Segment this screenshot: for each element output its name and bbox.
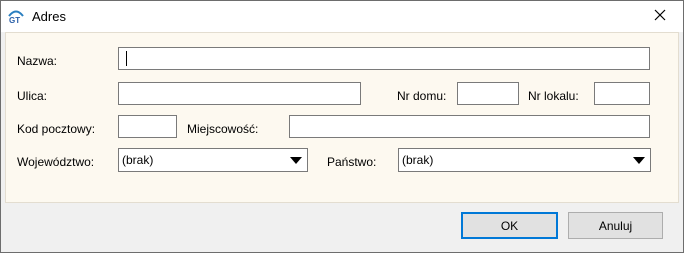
kod-pocztowy-label: Kod pocztowy: — [17, 122, 96, 136]
svg-text:GT: GT — [9, 16, 20, 24]
wojewodztwo-select[interactable]: (brak) — [118, 148, 308, 172]
ulica-label: Ulica: — [17, 89, 48, 103]
kod-pocztowy-input[interactable] — [118, 115, 177, 138]
close-button[interactable] — [637, 1, 683, 32]
panstwo-label: Państwo: — [327, 155, 377, 169]
nr-lokalu-input[interactable] — [594, 82, 650, 105]
nr-domu-input[interactable] — [457, 82, 519, 105]
gt-app-icon: GT — [7, 8, 25, 25]
cancel-button[interactable]: Anuluj — [568, 212, 663, 239]
miejscowosc-input[interactable] — [289, 115, 650, 138]
title-bar: GT Adres — [1, 1, 683, 32]
panstwo-selected: (brak) — [402, 153, 434, 167]
chevron-down-icon — [633, 157, 645, 164]
dialog-window: GT Adres Nazwa: Ulica: Nr domu: Nr lokal… — [0, 0, 684, 253]
button-bar: OK Anuluj — [1, 204, 683, 252]
miejscowosc-label: Miejscowość: — [187, 122, 259, 136]
window-title: Adres — [32, 9, 66, 24]
wojewodztwo-selected: (brak) — [122, 153, 154, 167]
nr-lokalu-label: Nr lokalu: — [528, 89, 579, 103]
wojewodztwo-label: Województwo: — [17, 155, 95, 169]
address-form: Nazwa: Ulica: Nr domu: Nr lokalu: Kod po… — [5, 32, 679, 203]
text-caret — [126, 51, 127, 66]
panstwo-select[interactable]: (brak) — [398, 148, 651, 172]
nr-domu-label: Nr domu: — [397, 89, 447, 103]
chevron-down-icon — [290, 157, 302, 164]
ok-button[interactable]: OK — [461, 212, 558, 239]
ulica-input[interactable] — [118, 82, 361, 105]
nazwa-label: Nazwa: — [17, 54, 58, 68]
nazwa-input[interactable] — [118, 47, 650, 70]
close-icon — [654, 9, 666, 24]
